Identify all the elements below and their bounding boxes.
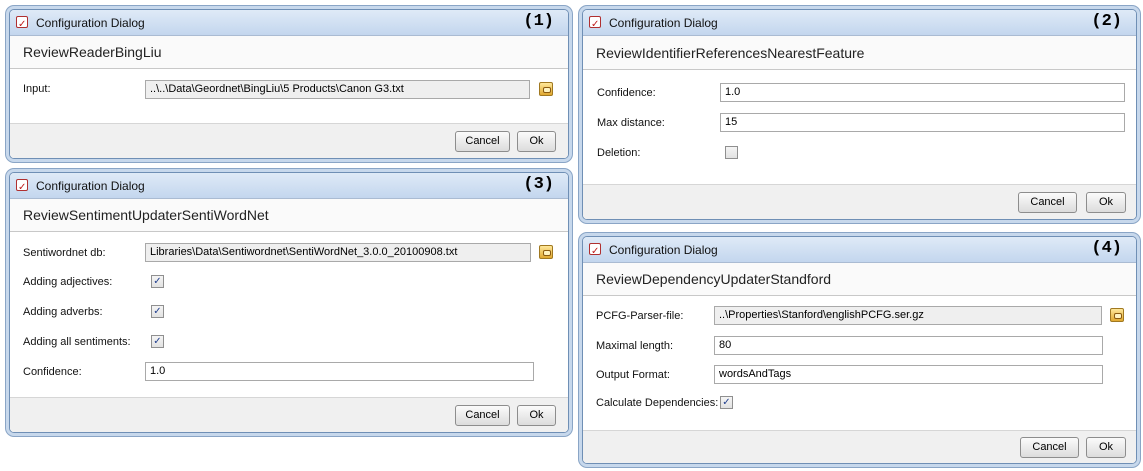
window-title: Configuration Dialog (36, 16, 145, 30)
dialog-body: Sentiwordnet db: Libraries\Data\Sentiwor… (10, 232, 568, 432)
cancel-button[interactable]: Cancel (455, 131, 510, 152)
app-icon (589, 12, 601, 38)
deletion-checkbox[interactable] (725, 146, 738, 159)
ok-button[interactable]: Ok (1086, 192, 1126, 213)
dialog-number-label: (3) (523, 175, 554, 194)
output-format-label: Output Format: (596, 369, 670, 381)
app-icon (16, 12, 28, 38)
config-dialog-2: Configuration Dialog (2) ReviewIdentifie… (582, 9, 1137, 220)
dialog-body: Input: ..\..\Data\Geordnet\BingLiu\5 Pro… (10, 69, 568, 158)
pcfg-parser-file-field[interactable]: ..\Properties\Stanford\englishPCFG.ser.g… (714, 306, 1102, 325)
dialog-footer: Cancel Ok (10, 397, 568, 432)
cancel-button[interactable]: Cancel (1020, 437, 1079, 458)
maximal-length-field[interactable]: 80 (714, 336, 1103, 355)
ok-button[interactable]: Ok (517, 131, 556, 152)
browse-folder-icon[interactable] (539, 82, 553, 96)
title-bar: Configuration Dialog (3) (10, 173, 568, 201)
adding-adjectives-checkbox[interactable]: ✓ (151, 275, 164, 288)
output-format-field[interactable]: wordsAndTags (714, 365, 1103, 384)
confidence-label: Confidence: (23, 366, 82, 378)
app-icon (16, 175, 28, 201)
max-distance-label: Max distance: (597, 117, 665, 129)
calculate-dependencies-label: Calculate Dependencies: (596, 397, 719, 409)
title-bar: Configuration Dialog (4) (583, 237, 1136, 265)
adding-adverbs-label: Adding adverbs: (23, 306, 103, 318)
title-bar: Configuration Dialog (2) (583, 10, 1136, 38)
dialog-footer: Cancel Ok (10, 123, 568, 158)
dialog-body: Confidence: 1.0 Max distance: 15 Deletio… (583, 70, 1136, 219)
ok-button[interactable]: Ok (1086, 437, 1126, 458)
ok-button[interactable]: Ok (517, 405, 556, 426)
window-title: Configuration Dialog (609, 16, 718, 30)
dialog-header: ReviewSentimentUpdaterSentiWordNet (10, 199, 568, 232)
calculate-dependencies-checkbox[interactable]: ✓ (720, 396, 733, 409)
dialog-body: PCFG-Parser-file: ..\Properties\Stanford… (583, 296, 1136, 463)
dialog-number-label: (4) (1091, 239, 1122, 258)
browse-folder-icon[interactable] (539, 245, 553, 259)
adding-adverbs-checkbox[interactable]: ✓ (151, 305, 164, 318)
dialog-number-label: (2) (1091, 12, 1122, 31)
cancel-button[interactable]: Cancel (455, 405, 510, 426)
confidence-label: Confidence: (597, 87, 656, 99)
pcfg-parser-file-label: PCFG-Parser-file: (596, 310, 684, 322)
input-path-field[interactable]: ..\..\Data\Geordnet\BingLiu\5 Products\C… (145, 80, 530, 99)
maximal-length-label: Maximal length: (596, 340, 674, 352)
cancel-button[interactable]: Cancel (1018, 192, 1077, 213)
adding-adjectives-label: Adding adjectives: (23, 276, 113, 288)
window-title: Configuration Dialog (36, 179, 145, 193)
dialog-header: ReviewDependencyUpdaterStandford (583, 263, 1136, 296)
max-distance-field[interactable]: 15 (720, 113, 1125, 132)
dialog-header: ReviewReaderBingLiu (10, 36, 568, 69)
adding-all-sentiments-checkbox[interactable]: ✓ (151, 335, 164, 348)
dialog-footer: Cancel Ok (583, 184, 1136, 219)
dialog-footer: Cancel Ok (583, 430, 1136, 463)
deletion-label: Deletion: (597, 147, 641, 159)
window-title: Configuration Dialog (609, 243, 718, 257)
config-dialog-1: Configuration Dialog (1) ReviewReaderBin… (9, 9, 569, 159)
config-dialog-4: Configuration Dialog (4) ReviewDependenc… (582, 236, 1137, 464)
browse-folder-icon[interactable] (1110, 308, 1124, 322)
confidence-field[interactable]: 1.0 (145, 362, 534, 381)
title-bar: Configuration Dialog (1) (10, 10, 568, 38)
input-label: Input: (23, 83, 51, 95)
sentiwordnet-db-label: Sentiwordnet db: (23, 247, 106, 259)
config-dialog-3: Configuration Dialog (3) ReviewSentiment… (9, 172, 569, 433)
dialog-header: ReviewIdentifierReferencesNearestFeature (583, 36, 1136, 70)
confidence-field[interactable]: 1.0 (720, 83, 1125, 102)
app-icon (589, 239, 601, 265)
dialog-number-label: (1) (523, 12, 554, 31)
sentiwordnet-db-field[interactable]: Libraries\Data\Sentiwordnet\SentiWordNet… (145, 243, 531, 262)
adding-all-sentiments-label: Adding all sentiments: (23, 336, 131, 348)
